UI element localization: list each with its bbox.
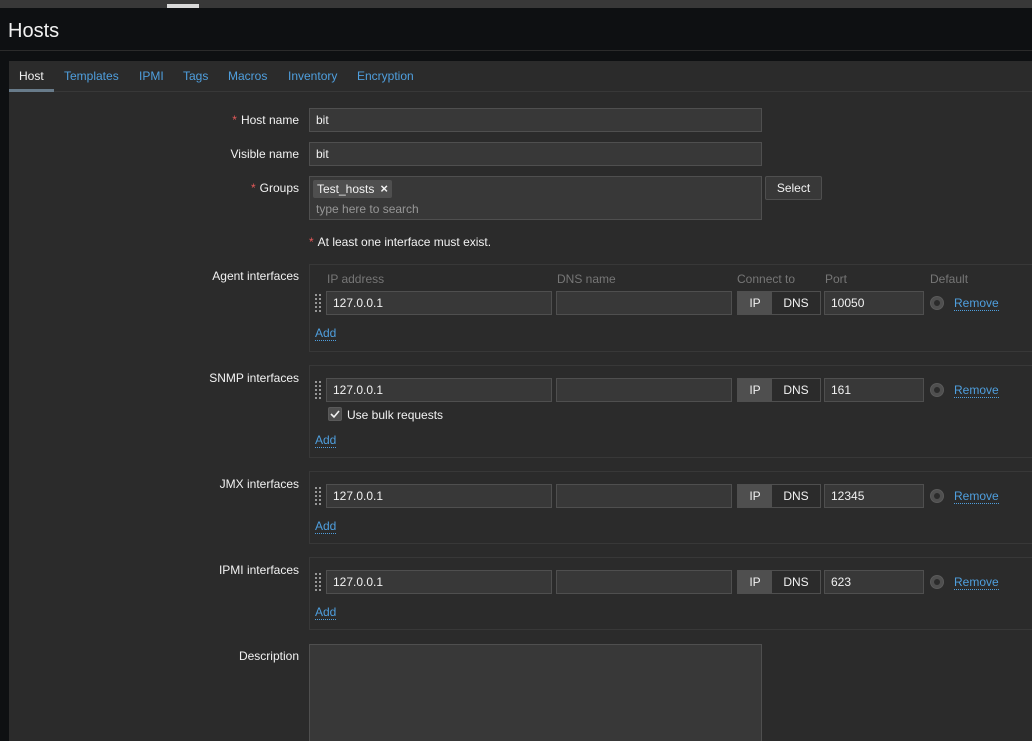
agent-interfaces-label: Agent interfaces [212,269,299,283]
ipmi-port-input[interactable]: 623 [824,570,924,594]
host-form-panel: Host Templates IPMI Tags Macros Inventor… [9,61,1032,741]
tab-macros[interactable]: Macros [228,69,267,83]
drag-handle-icon[interactable] [315,381,323,401]
top-menu-bar [0,0,1032,8]
agent-ip-input[interactable]: 127.0.0.1 [326,291,552,315]
tab-ipmi[interactable]: IPMI [139,69,164,83]
groups-label: * Groups [250,181,299,195]
description-label: Description [238,649,299,663]
jmx-interfaces-label: JMX interfaces [219,477,299,491]
ipmi-interfaces-label: IPMI interfaces [218,563,299,577]
snmp-ip-input[interactable]: 127.0.0.1 [326,378,552,402]
tab-inventory[interactable]: Inventory [288,69,337,83]
agent-port-input[interactable]: 10050 [824,291,924,315]
connect-ip-button[interactable]: IP [738,571,772,593]
close-icon[interactable]: × [380,180,388,198]
ipmi-ip-input[interactable]: 127.0.0.1 [326,570,552,594]
connect-dns-button[interactable]: DNS [772,485,820,507]
tab-bar: Host Templates IPMI Tags Macros Inventor… [9,61,1032,92]
agent-connect-toggle: IP DNS [737,291,821,315]
agent-add-link[interactable]: Add [315,327,337,341]
snmp-port-input[interactable]: 161 [824,378,924,402]
connect-dns-button[interactable]: DNS [772,379,820,401]
connect-dns-button[interactable]: DNS [772,292,820,314]
visible-name-label: Visible name [230,147,299,161]
connect-ip-button[interactable]: IP [738,379,772,401]
drag-handle-icon[interactable] [315,294,323,314]
jmx-ip-input[interactable]: 127.0.0.1 [326,484,552,508]
agent-remove-link[interactable]: Remove [954,297,999,311]
page-header: Hosts [0,8,1032,60]
group-chip: Test_hosts × [313,180,392,198]
groups-search-input[interactable]: type here to search [316,202,419,216]
check-icon [330,410,340,419]
column-ip-address: IP address [327,272,385,286]
jmx-default-radio[interactable] [930,489,944,503]
ipmi-dns-input[interactable] [556,570,732,594]
snmp-add-link[interactable]: Add [315,434,337,448]
snmp-connect-toggle: IP DNS [737,378,821,402]
groups-multiselect[interactable]: Test_hosts × type here to search [309,176,762,220]
interface-required-note: * At least one interface must exist. [309,235,492,249]
tab-templates[interactable]: Templates [64,69,119,83]
drag-handle-icon[interactable] [315,573,323,593]
visible-name-input[interactable]: bit [309,142,762,166]
jmx-port-input[interactable]: 12345 [824,484,924,508]
column-dns-name: DNS name [557,272,616,286]
jmx-remove-link[interactable]: Remove [954,490,999,504]
description-textarea[interactable] [309,644,762,741]
tab-encryption[interactable]: Encryption [357,69,414,83]
connect-ip-button[interactable]: IP [738,485,772,507]
ipmi-remove-link[interactable]: Remove [954,576,999,590]
snmp-interfaces-box: 127.0.0.1 IP DNS 161 Remove Use bulk req… [309,365,1032,458]
snmp-remove-link[interactable]: Remove [954,384,999,398]
use-bulk-requests-label: Use bulk requests [347,408,444,422]
agent-dns-input[interactable] [556,291,732,315]
snmp-default-radio[interactable] [930,383,944,397]
agent-interfaces-box: IP address DNS name Connect to Port Defa… [309,264,1032,352]
select-groups-button[interactable]: Select [765,176,822,200]
column-connect-to: Connect to [737,272,796,286]
jmx-add-link[interactable]: Add [315,520,337,534]
ipmi-default-radio[interactable] [930,575,944,589]
tab-tags[interactable]: Tags [183,69,208,83]
jmx-interfaces-box: 127.0.0.1 IP DNS 12345 Remove Add [309,471,1032,544]
ipmi-add-link[interactable]: Add [315,606,337,620]
connect-ip-button[interactable]: IP [738,292,772,314]
use-bulk-requests-checkbox[interactable] [328,407,342,421]
agent-default-radio[interactable] [930,296,944,310]
snmp-dns-input[interactable] [556,378,732,402]
ipmi-interfaces-box: 127.0.0.1 IP DNS 623 Remove Add [309,557,1032,630]
column-port: Port [825,272,848,286]
drag-handle-icon[interactable] [315,487,323,507]
page-title: Hosts [8,20,60,42]
tab-host[interactable]: Host [19,69,44,83]
active-tab-underline [9,89,54,92]
column-default: Default [930,272,969,286]
connect-dns-button[interactable]: DNS [772,571,820,593]
header-divider [0,50,1032,51]
jmx-dns-input[interactable] [556,484,732,508]
jmx-connect-toggle: IP DNS [737,484,821,508]
host-name-input[interactable]: bit [309,108,762,132]
snmp-interfaces-label: SNMP interfaces [209,371,299,385]
host-name-label: * Host name [232,113,299,127]
ipmi-connect-toggle: IP DNS [737,570,821,594]
